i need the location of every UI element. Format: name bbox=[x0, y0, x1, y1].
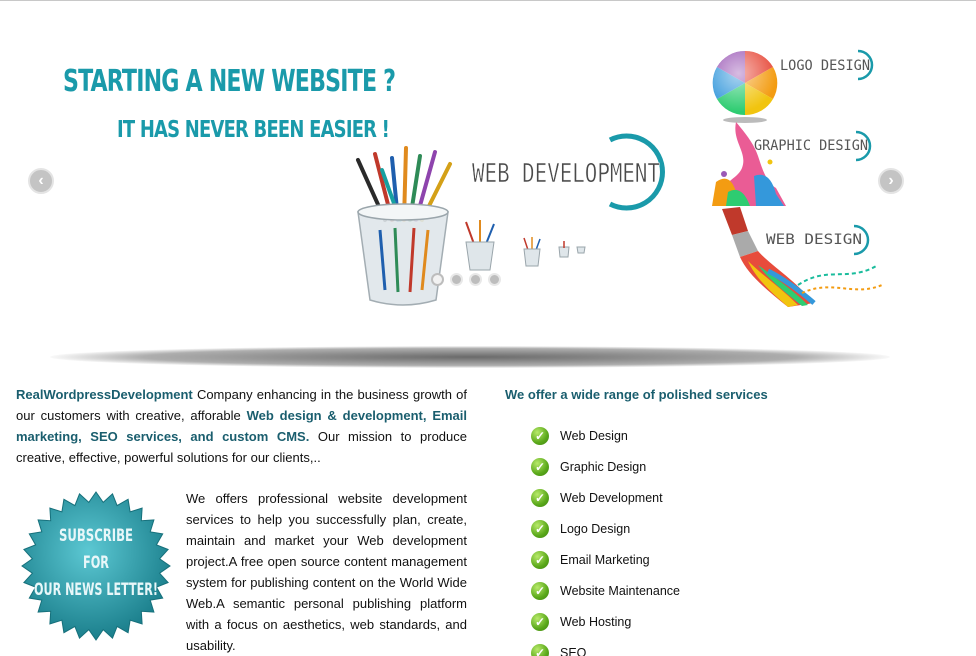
brush-cup-mini-icon bbox=[558, 241, 570, 258]
subscribe-line-2: FOR bbox=[83, 553, 109, 573]
services-section: We offer a wide range of polished servic… bbox=[505, 384, 945, 656]
service-item: ✓ Email Marketing bbox=[505, 544, 945, 575]
intro-section: RealWordpressDevelopment Company enhanci… bbox=[16, 384, 467, 468]
service-label: Web Development bbox=[560, 490, 663, 505]
service-label: Email Marketing bbox=[560, 552, 650, 567]
service-label: Web Hosting bbox=[560, 614, 632, 629]
subscribe-newsletter-badge[interactable]: SUBSCRIBE FOR OUR NEWS LETTER! bbox=[20, 490, 172, 642]
about-paragraph: We offers professional website developme… bbox=[186, 491, 467, 653]
brand-name: RealWordpressDevelopment bbox=[16, 387, 193, 402]
check-icon: ✓ bbox=[531, 457, 549, 476]
service-item: ✓ Website Maintenance bbox=[505, 575, 945, 606]
service-item: ✓ Web Hosting bbox=[505, 606, 945, 637]
slider-headline: STARTING A NEW WEBSITE ? bbox=[63, 64, 396, 99]
services-title: We offer a wide range of polished servic… bbox=[505, 387, 768, 402]
slider-dot-4[interactable] bbox=[488, 273, 501, 286]
intro-paragraph: RealWordpressDevelopment Company enhanci… bbox=[16, 387, 467, 465]
slider-dot-2[interactable] bbox=[450, 273, 463, 286]
web-design-label: WEB DESIGN bbox=[766, 224, 870, 256]
service-label: Graphic Design bbox=[560, 459, 647, 474]
color-wheel-icon bbox=[712, 50, 778, 123]
slider-prev-button[interactable]: ‹ bbox=[28, 168, 54, 194]
service-item: ✓ Logo Design bbox=[505, 513, 945, 544]
web-development-label: WEB DEVELOPMENT bbox=[472, 159, 660, 189]
service-label: Website Maintenance bbox=[560, 583, 680, 598]
svg-text:LOGO DESIGN: LOGO DESIGN bbox=[780, 58, 870, 74]
check-icon: ✓ bbox=[531, 426, 549, 445]
brush-cup-small-icon bbox=[465, 220, 495, 271]
slider-next-button[interactable]: › bbox=[878, 168, 904, 194]
service-item: ✓ Web Development bbox=[505, 482, 945, 513]
svg-text:WEB DESIGN: WEB DESIGN bbox=[766, 232, 862, 248]
hero-slider: STARTING A NEW WEBSITE ? IT HAS NEVER BE… bbox=[0, 0, 976, 375]
slider-shadow bbox=[50, 346, 890, 368]
slider-dot-1[interactable] bbox=[431, 273, 444, 286]
web-development-logo: WEB DEVELOPMENT bbox=[472, 133, 665, 211]
services-list: ✓ Web Design ✓ Graphic Design ✓ Web Developme… bbox=[505, 420, 945, 656]
service-label: Web Design bbox=[560, 428, 628, 443]
graphic-design-label: GRAPHIC DESIGN bbox=[754, 130, 872, 162]
check-icon: ✓ bbox=[531, 550, 549, 569]
brush-cup-tiny-icon bbox=[523, 237, 541, 267]
check-icon: ✓ bbox=[531, 581, 549, 600]
service-item: ✓ Web Design bbox=[505, 420, 945, 451]
service-label: SEO bbox=[560, 645, 587, 656]
service-label: Logo Design bbox=[560, 521, 631, 536]
subscribe-line-3: OUR NEWS LETTER! bbox=[34, 580, 158, 600]
service-item: ✓ SEO bbox=[505, 637, 945, 656]
brush-cup-micro-icon bbox=[576, 246, 586, 254]
check-icon: ✓ bbox=[531, 643, 549, 656]
service-item: ✓ Graphic Design bbox=[505, 451, 945, 482]
check-icon: ✓ bbox=[531, 612, 549, 631]
logo-design-label: LOGO DESIGN bbox=[780, 49, 874, 81]
svg-text:GRAPHIC DESIGN: GRAPHIC DESIGN bbox=[754, 138, 868, 154]
slider-dot-3[interactable] bbox=[469, 273, 482, 286]
check-icon: ✓ bbox=[531, 519, 549, 538]
check-icon: ✓ bbox=[531, 488, 549, 507]
slider-pagination bbox=[431, 273, 501, 286]
subscribe-line-1: SUBSCRIBE bbox=[59, 526, 133, 546]
